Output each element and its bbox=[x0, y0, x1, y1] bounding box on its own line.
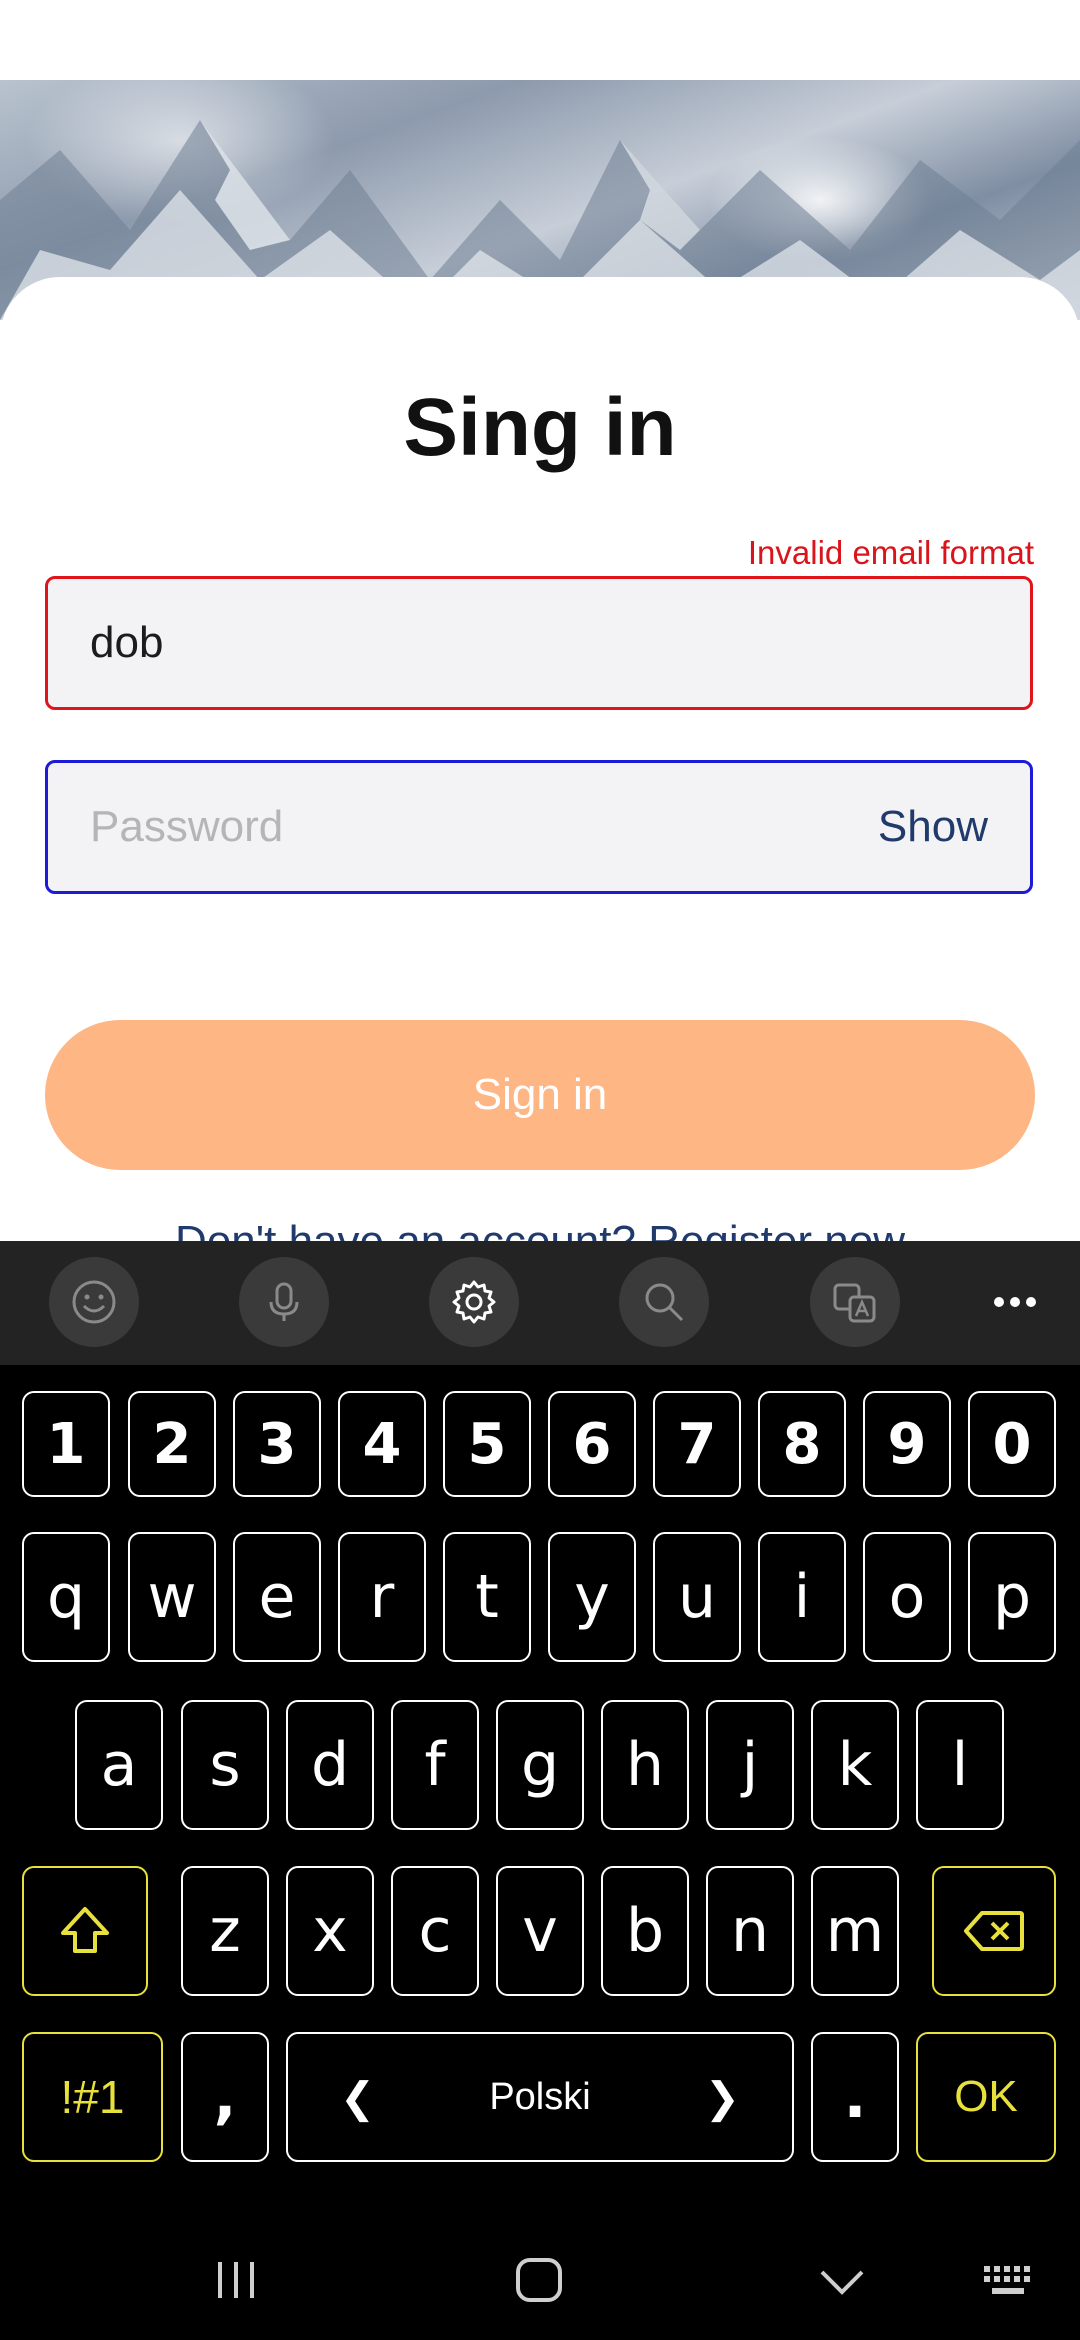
key-w[interactable]: w bbox=[128, 1532, 216, 1662]
page-title: Sing in bbox=[403, 382, 677, 473]
key-z[interactable]: z bbox=[181, 1866, 269, 1996]
translate-icon[interactable] bbox=[810, 1257, 900, 1347]
ok-key[interactable]: OK bbox=[916, 2032, 1056, 2162]
key-b[interactable]: b bbox=[601, 1866, 689, 1996]
key-o[interactable]: o bbox=[863, 1532, 951, 1662]
search-icon[interactable] bbox=[619, 1257, 709, 1347]
key-a[interactable]: a bbox=[75, 1700, 163, 1830]
password-field[interactable]: Show bbox=[45, 760, 1033, 894]
more-icon[interactable] bbox=[970, 1257, 1060, 1347]
backspace-key[interactable] bbox=[932, 1866, 1056, 1996]
register-link[interactable]: Don't have an account? Register now bbox=[0, 1212, 1080, 1241]
key-9[interactable]: 9 bbox=[863, 1391, 951, 1497]
key-8[interactable]: 8 bbox=[758, 1391, 846, 1497]
key-v[interactable]: v bbox=[496, 1866, 584, 1996]
key-3[interactable]: 3 bbox=[233, 1391, 321, 1497]
recent-apps-icon[interactable] bbox=[214, 2258, 258, 2302]
shift-key[interactable] bbox=[22, 1866, 148, 1996]
key-t[interactable]: t bbox=[443, 1532, 531, 1662]
key-u[interactable]: u bbox=[653, 1532, 741, 1662]
password-input[interactable] bbox=[90, 763, 830, 891]
hide-keyboard-icon[interactable] bbox=[818, 2268, 866, 2296]
emoji-icon[interactable] bbox=[49, 1257, 139, 1347]
key-h[interactable]: h bbox=[601, 1700, 689, 1830]
email-value: dob bbox=[90, 618, 164, 667]
key-k[interactable]: k bbox=[811, 1700, 899, 1830]
email-error-message: Invalid email format bbox=[747, 534, 1034, 571]
key-0[interactable]: 0 bbox=[968, 1391, 1056, 1497]
chevron-left-icon[interactable]: ❮ bbox=[340, 2034, 375, 2160]
key-y[interactable]: y bbox=[548, 1532, 636, 1662]
microphone-icon[interactable] bbox=[239, 1257, 329, 1347]
key-c[interactable]: c bbox=[391, 1866, 479, 1996]
key-4[interactable]: 4 bbox=[338, 1391, 426, 1497]
keyboard-toolbar bbox=[0, 1241, 1080, 1365]
key-7[interactable]: 7 bbox=[653, 1391, 741, 1497]
key-j[interactable]: j bbox=[706, 1700, 794, 1830]
key-n[interactable]: n bbox=[706, 1866, 794, 1996]
backspace-icon bbox=[964, 1911, 1024, 1951]
key-p[interactable]: p bbox=[968, 1532, 1056, 1662]
signin-button[interactable]: Sign in bbox=[45, 1020, 1035, 1170]
show-password-button[interactable]: Show bbox=[878, 763, 988, 891]
space-key[interactable]: ❮ Polski ❯ bbox=[286, 2032, 794, 2162]
navigation-bar bbox=[0, 2220, 1080, 2340]
shift-icon bbox=[61, 1907, 109, 1953]
symbols-key[interactable]: !#1 bbox=[22, 2032, 163, 2162]
settings-icon[interactable] bbox=[429, 1257, 519, 1347]
key-l[interactable]: l bbox=[916, 1700, 1004, 1830]
key-i[interactable]: i bbox=[758, 1532, 846, 1662]
key-g[interactable]: g bbox=[496, 1700, 584, 1830]
key-2[interactable]: 2 bbox=[128, 1391, 216, 1497]
key-5[interactable]: 5 bbox=[443, 1391, 531, 1497]
home-icon[interactable] bbox=[514, 2256, 564, 2304]
key-m[interactable]: m bbox=[811, 1866, 899, 1996]
key-6[interactable]: 6 bbox=[548, 1391, 636, 1497]
key-f[interactable]: f bbox=[391, 1700, 479, 1830]
keyboard-switch-icon[interactable] bbox=[982, 2264, 1038, 2300]
key-e[interactable]: e bbox=[233, 1532, 321, 1662]
key-1[interactable]: 1 bbox=[22, 1391, 110, 1497]
email-field[interactable]: dob bbox=[45, 576, 1033, 710]
key-x[interactable]: x bbox=[286, 1866, 374, 1996]
comma-key[interactable]: , bbox=[181, 2032, 269, 2162]
key-s[interactable]: s bbox=[181, 1700, 269, 1830]
key-q[interactable]: q bbox=[22, 1532, 110, 1662]
period-key[interactable]: . bbox=[811, 2032, 899, 2162]
space-language-label: Polski bbox=[489, 2075, 591, 2118]
key-r[interactable]: r bbox=[338, 1532, 426, 1662]
key-d[interactable]: d bbox=[286, 1700, 374, 1830]
status-bar bbox=[0, 0, 1080, 80]
keyboard: 1 2 3 4 5 6 7 8 9 0 q w e r t y u i o p … bbox=[0, 1241, 1080, 2340]
chevron-right-icon[interactable]: ❯ bbox=[705, 2034, 740, 2160]
